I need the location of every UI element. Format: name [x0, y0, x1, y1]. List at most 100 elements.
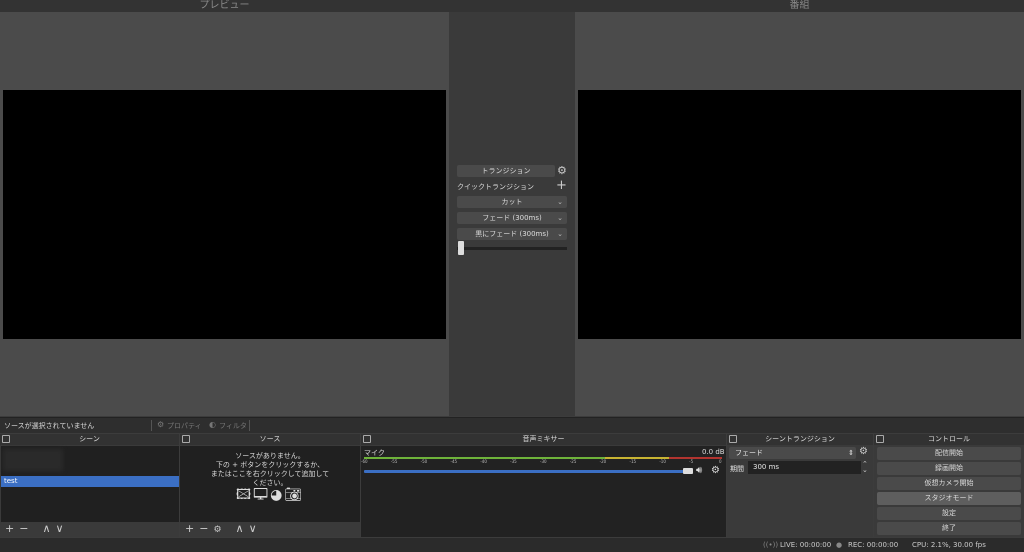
- cut-label: カット: [501, 198, 523, 206]
- mixer-db: 0.0 dB: [702, 448, 725, 456]
- volume-slider[interactable]: [364, 470, 689, 473]
- program-title: 番組: [575, 0, 1024, 12]
- preview-pane[interactable]: [0, 12, 449, 416]
- chevron-down-icon: ⌄: [557, 230, 563, 238]
- filter-icon[interactable]: ◐: [209, 420, 216, 429]
- live-time: LIVE: 00:00:00: [780, 541, 832, 549]
- monitor-icon: 🖵: [253, 487, 271, 503]
- quick-transition-fade-black[interactable]: 黒にフェード (300ms) ⌄: [457, 228, 567, 240]
- gear-icon[interactable]: ⚙: [157, 420, 164, 429]
- mixer-title-text: 音声ミキサー: [522, 435, 565, 443]
- transition-button[interactable]: トランジション: [457, 165, 555, 177]
- quick-transition-cut[interactable]: カット ⌄: [457, 196, 567, 208]
- scene-item-test[interactable]: test: [1, 476, 179, 487]
- updown-icon: ⇕: [848, 449, 854, 457]
- chevron-up-icon[interactable]: ∧: [236, 522, 244, 535]
- program-canvas[interactable]: [578, 90, 1021, 339]
- dock-icon[interactable]: [182, 435, 190, 443]
- quick-transition-label: クイックトランジション: [457, 183, 534, 191]
- dock-icon[interactable]: [363, 435, 371, 443]
- gear-icon[interactable]: ⚙: [859, 446, 868, 457]
- duration-label: 期間: [730, 465, 744, 473]
- rec-icon: ●: [836, 541, 843, 549]
- meter-tick-label: -55: [390, 459, 398, 464]
- meter-tick-label: -40: [480, 459, 487, 464]
- chevron-down-icon[interactable]: ∨: [56, 522, 64, 535]
- camera-icon: 📷︎: [284, 487, 305, 503]
- image-icon: 🖾: [235, 487, 254, 503]
- dock-icon[interactable]: [2, 435, 10, 443]
- gear-icon[interactable]: ⚙: [711, 465, 720, 476]
- divider: [151, 420, 152, 431]
- quick-transition-fade[interactable]: フェード (300ms) ⌄: [457, 212, 567, 224]
- meter-tick-label: -10: [659, 459, 666, 464]
- scene-toolbar: + − ∧ ∨: [0, 522, 179, 536]
- scene-list[interactable]: test: [1, 446, 179, 522]
- settings-button[interactable]: 設定: [877, 507, 1021, 520]
- fade-black-label: 黒にフェード (300ms): [475, 230, 549, 238]
- chevron-up-icon[interactable]: ∧: [42, 522, 50, 535]
- source-list[interactable]: ソースがありません。 下の + ボタンをクリックするか、 またはここを右クリック…: [180, 446, 360, 522]
- meter-tick-label: -35: [510, 459, 517, 464]
- chevron-down-icon: ⌄: [557, 214, 563, 222]
- transition-select-value: フェード: [735, 449, 763, 457]
- speaker-icon[interactable]: 🔊︎: [696, 465, 702, 476]
- no-source-selected: ソースが選択されていません: [4, 422, 95, 430]
- divider: [249, 420, 250, 431]
- program-pane[interactable]: [575, 12, 1024, 416]
- status-bar: ((•)) LIVE: 00:00:00 ● REC: 00:00:00 CPU…: [0, 538, 1024, 552]
- add-icon[interactable]: +: [185, 522, 194, 535]
- dock-icon[interactable]: [876, 435, 884, 443]
- duration-stepper[interactable]: ⌃ ⌄: [862, 461, 868, 474]
- blurred-scene: [3, 449, 63, 471]
- source-toolbar: ソースが選択されていません ⚙ プロパティ ◐ フィルタ: [0, 417, 1024, 433]
- add-icon[interactable]: +: [556, 178, 567, 193]
- start-recording-button[interactable]: 録画開始: [877, 462, 1021, 475]
- scenes-panel: シーン test + − ∧ ∨: [0, 434, 179, 537]
- mixer-title: 音声ミキサー: [361, 434, 726, 445]
- transition-select[interactable]: フェード ⇕: [729, 447, 856, 459]
- start-virtual-camera-button[interactable]: 仮想カメラ開始: [877, 477, 1021, 490]
- live-icon: ((•)): [763, 541, 779, 549]
- chevron-down-icon[interactable]: ∨: [249, 522, 257, 535]
- gear-icon[interactable]: ⚙: [213, 525, 221, 535]
- meter-tick-label: -25: [569, 459, 577, 464]
- scene-transition-title-text: シーントランジション: [765, 435, 835, 443]
- fade-label: フェード (300ms): [482, 214, 542, 222]
- meter-red: [669, 457, 722, 459]
- remove-icon[interactable]: −: [19, 522, 28, 535]
- rec-time: REC: 00:00:00: [848, 541, 899, 549]
- filters-button[interactable]: フィルタ: [219, 421, 247, 431]
- gear-icon[interactable]: ⚙: [557, 164, 567, 177]
- sources-panel: ソース ソースがありません。 下の + ボタンをクリックするか、 またはここを右…: [180, 434, 360, 537]
- cpu-fps: CPU: 2.1%, 30.00 fps: [912, 541, 986, 549]
- remove-icon[interactable]: −: [199, 522, 208, 535]
- meter-tick-label: -15: [629, 459, 637, 464]
- scenes-title-text: シーン: [79, 435, 100, 443]
- meter-tick-label: -45: [450, 459, 458, 464]
- tbar-handle[interactable]: [458, 241, 464, 255]
- globe-icon: ◕: [270, 487, 285, 503]
- meter-tick-label: -30: [540, 459, 547, 464]
- studio-mode-button[interactable]: スタジオモード: [877, 492, 1021, 505]
- controls-title: コントロール: [874, 434, 1024, 445]
- preview-canvas[interactable]: [3, 90, 446, 339]
- preview-title: プレビュー: [0, 0, 449, 12]
- scene-transition-title: シーントランジション: [727, 434, 873, 445]
- volume-handle[interactable]: [683, 468, 693, 474]
- exit-button[interactable]: 終了: [877, 522, 1021, 535]
- source-type-icons: 🖾🖵◕📷︎: [180, 488, 360, 502]
- scenes-title: シーン: [0, 434, 179, 445]
- meter-tick-label: -20: [599, 459, 607, 464]
- dock-icon[interactable]: [729, 435, 737, 443]
- controls-title-text: コントロール: [928, 435, 970, 443]
- duration-input[interactable]: 300 ms: [748, 461, 861, 474]
- properties-button[interactable]: プロパティ: [167, 421, 202, 431]
- tbar-track[interactable]: [457, 247, 567, 250]
- chevron-down-icon: ⌄: [557, 198, 563, 206]
- header-spacer: [449, 0, 575, 12]
- add-icon[interactable]: +: [5, 522, 14, 535]
- meter-tick-label: -5: [689, 459, 694, 464]
- start-streaming-button[interactable]: 配信開始: [877, 447, 1021, 460]
- source-toolbar-bottom: + − ⚙ ∧ ∨: [180, 522, 360, 536]
